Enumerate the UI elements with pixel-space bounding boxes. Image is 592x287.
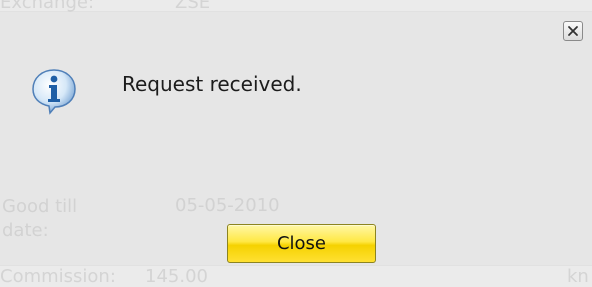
- close-icon[interactable]: [563, 21, 583, 41]
- info-icon: [32, 69, 76, 115]
- close-button[interactable]: Close: [227, 224, 376, 263]
- good-till-date-label: Good till date:: [2, 196, 78, 241]
- close-x-glyph: [568, 26, 578, 36]
- message-text: Request received.: [122, 72, 302, 96]
- good-till-date-value: 05-05-2010: [175, 195, 280, 216]
- message-dialog: Good till date: 05-05-2010 Request recei…: [0, 12, 592, 265]
